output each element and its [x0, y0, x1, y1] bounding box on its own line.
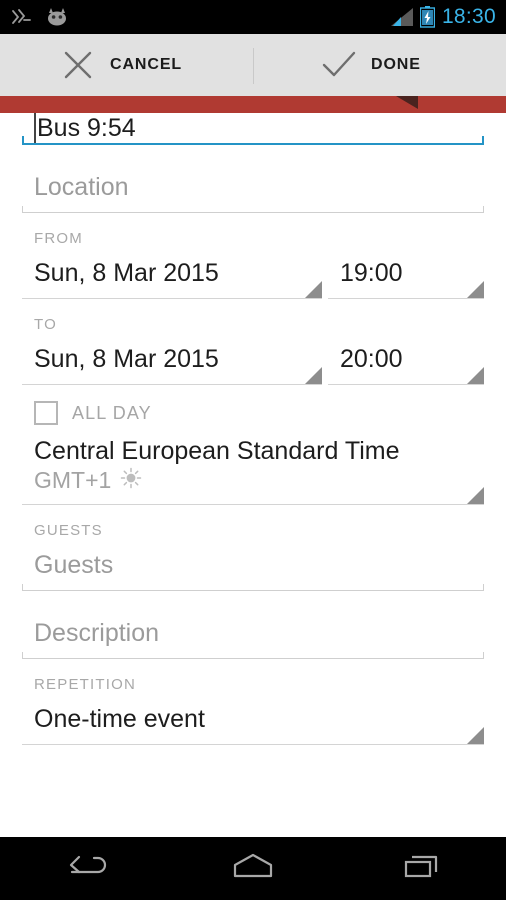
guests-label: GUESTS	[34, 521, 103, 539]
timezone-row[interactable]: Central European Standard Time GMT+1	[22, 435, 484, 505]
event-title-input[interactable]: Bus 9:54	[22, 113, 484, 143]
description-underline	[22, 651, 484, 659]
all-day-checkbox[interactable]	[34, 401, 58, 425]
from-date-spinner-triangle-icon	[305, 281, 322, 298]
timezone-spinner[interactable]: Central European Standard Time GMT+1	[22, 435, 484, 505]
guests-input[interactable]: Guests	[22, 539, 484, 590]
to-time-spinner[interactable]: 20:00	[328, 333, 484, 385]
to-label-row: TO	[22, 307, 484, 333]
repetition-value: One-time event	[34, 704, 205, 733]
guests-underline	[22, 583, 484, 591]
event-title-value: Bus 9:54	[37, 113, 136, 142]
to-time-spinner-triangle-icon	[467, 367, 484, 384]
close-icon	[56, 43, 100, 87]
status-bar-clock: 18:30	[441, 5, 496, 28]
from-date-underline	[22, 298, 322, 299]
to-date-spinner[interactable]: Sun, 8 Mar 2015	[22, 333, 322, 385]
all-day-row[interactable]: ALL DAY	[22, 385, 484, 435]
from-time-underline	[328, 298, 484, 299]
from-time-value: 19:00	[340, 259, 403, 287]
from-label: FROM	[34, 230, 83, 247]
repetition-label: REPETITION	[34, 675, 137, 693]
recents-icon	[400, 850, 444, 887]
to-label: TO	[34, 316, 57, 333]
all-day-label: ALL DAY	[72, 402, 152, 423]
description-row[interactable]: Description	[22, 607, 484, 659]
back-icon	[60, 850, 108, 887]
calendar-color-bar	[0, 96, 506, 113]
timezone-offset: GMT+1	[34, 466, 112, 493]
repetition-spinner-triangle-icon	[467, 726, 484, 744]
from-date-spinner[interactable]: Sun, 8 Mar 2015	[22, 247, 322, 299]
done-button-label: DONE	[371, 56, 421, 73]
signal-icon	[390, 8, 413, 26]
repetition-spinner[interactable]: One-time event	[22, 693, 484, 745]
repetition-label-row: REPETITION	[22, 667, 484, 693]
done-button[interactable]: DONE	[253, 34, 506, 96]
navigation-bar	[0, 837, 506, 900]
text-cursor	[34, 113, 36, 143]
to-time-value: 20:00	[340, 345, 403, 373]
action-bar-divider	[253, 48, 254, 84]
calendar-spinner-marker-icon[interactable]	[396, 96, 418, 109]
event-title-underline	[22, 136, 484, 145]
status-bar-notifications	[10, 7, 70, 27]
guests-row[interactable]: Guests	[22, 539, 484, 591]
repetition-row[interactable]: One-time event	[22, 693, 484, 745]
status-bar-system: 18:30	[390, 5, 496, 29]
cancel-button-label: CANCEL	[110, 56, 183, 73]
nav-recents-button[interactable]	[337, 837, 506, 900]
description-input[interactable]: Description	[22, 607, 484, 658]
timezone-name: Central European Standard Time	[34, 437, 400, 465]
event-location-row[interactable]: Location	[22, 161, 484, 213]
event-title-row[interactable]: Bus 9:54	[22, 113, 484, 145]
guests-label-row: GUESTS	[22, 513, 484, 539]
from-time-spinner[interactable]: 19:00	[328, 247, 484, 299]
action-bar: CANCEL DONE	[0, 34, 506, 96]
timezone-underline	[22, 503, 484, 505]
to-row: Sun, 8 Mar 2015 20:00	[22, 333, 484, 385]
event-location-underline	[22, 206, 484, 213]
swipe-gesture-icon	[10, 7, 32, 27]
timezone-offset-row: GMT+1	[22, 466, 484, 504]
sun-icon	[120, 467, 142, 494]
app-screen: 18:30 CANCEL DONE Bus 9:54 Location FROM…	[0, 0, 506, 900]
repetition-underline	[22, 743, 484, 745]
from-date-value: Sun, 8 Mar 2015	[34, 259, 219, 287]
check-icon	[317, 43, 361, 87]
home-icon	[231, 850, 275, 887]
event-form: Bus 9:54 Location FROM Sun, 8 Mar 2015 1…	[0, 113, 506, 837]
event-location-input[interactable]: Location	[22, 161, 484, 212]
nav-back-button[interactable]	[0, 837, 169, 900]
from-row: Sun, 8 Mar 2015 19:00	[22, 247, 484, 299]
to-date-value: Sun, 8 Mar 2015	[34, 345, 219, 373]
from-time-spinner-triangle-icon	[467, 281, 484, 298]
cyanogenmod-icon	[44, 7, 70, 27]
status-bar: 18:30	[0, 0, 506, 34]
to-date-spinner-triangle-icon	[305, 367, 322, 384]
to-time-underline	[328, 384, 484, 385]
nav-home-button[interactable]	[169, 837, 338, 900]
battery-charging-icon	[419, 6, 435, 28]
cancel-button[interactable]: CANCEL	[0, 34, 253, 96]
to-date-underline	[22, 384, 322, 385]
timezone-spinner-triangle-icon	[467, 486, 484, 504]
from-label-row: FROM	[22, 221, 484, 247]
